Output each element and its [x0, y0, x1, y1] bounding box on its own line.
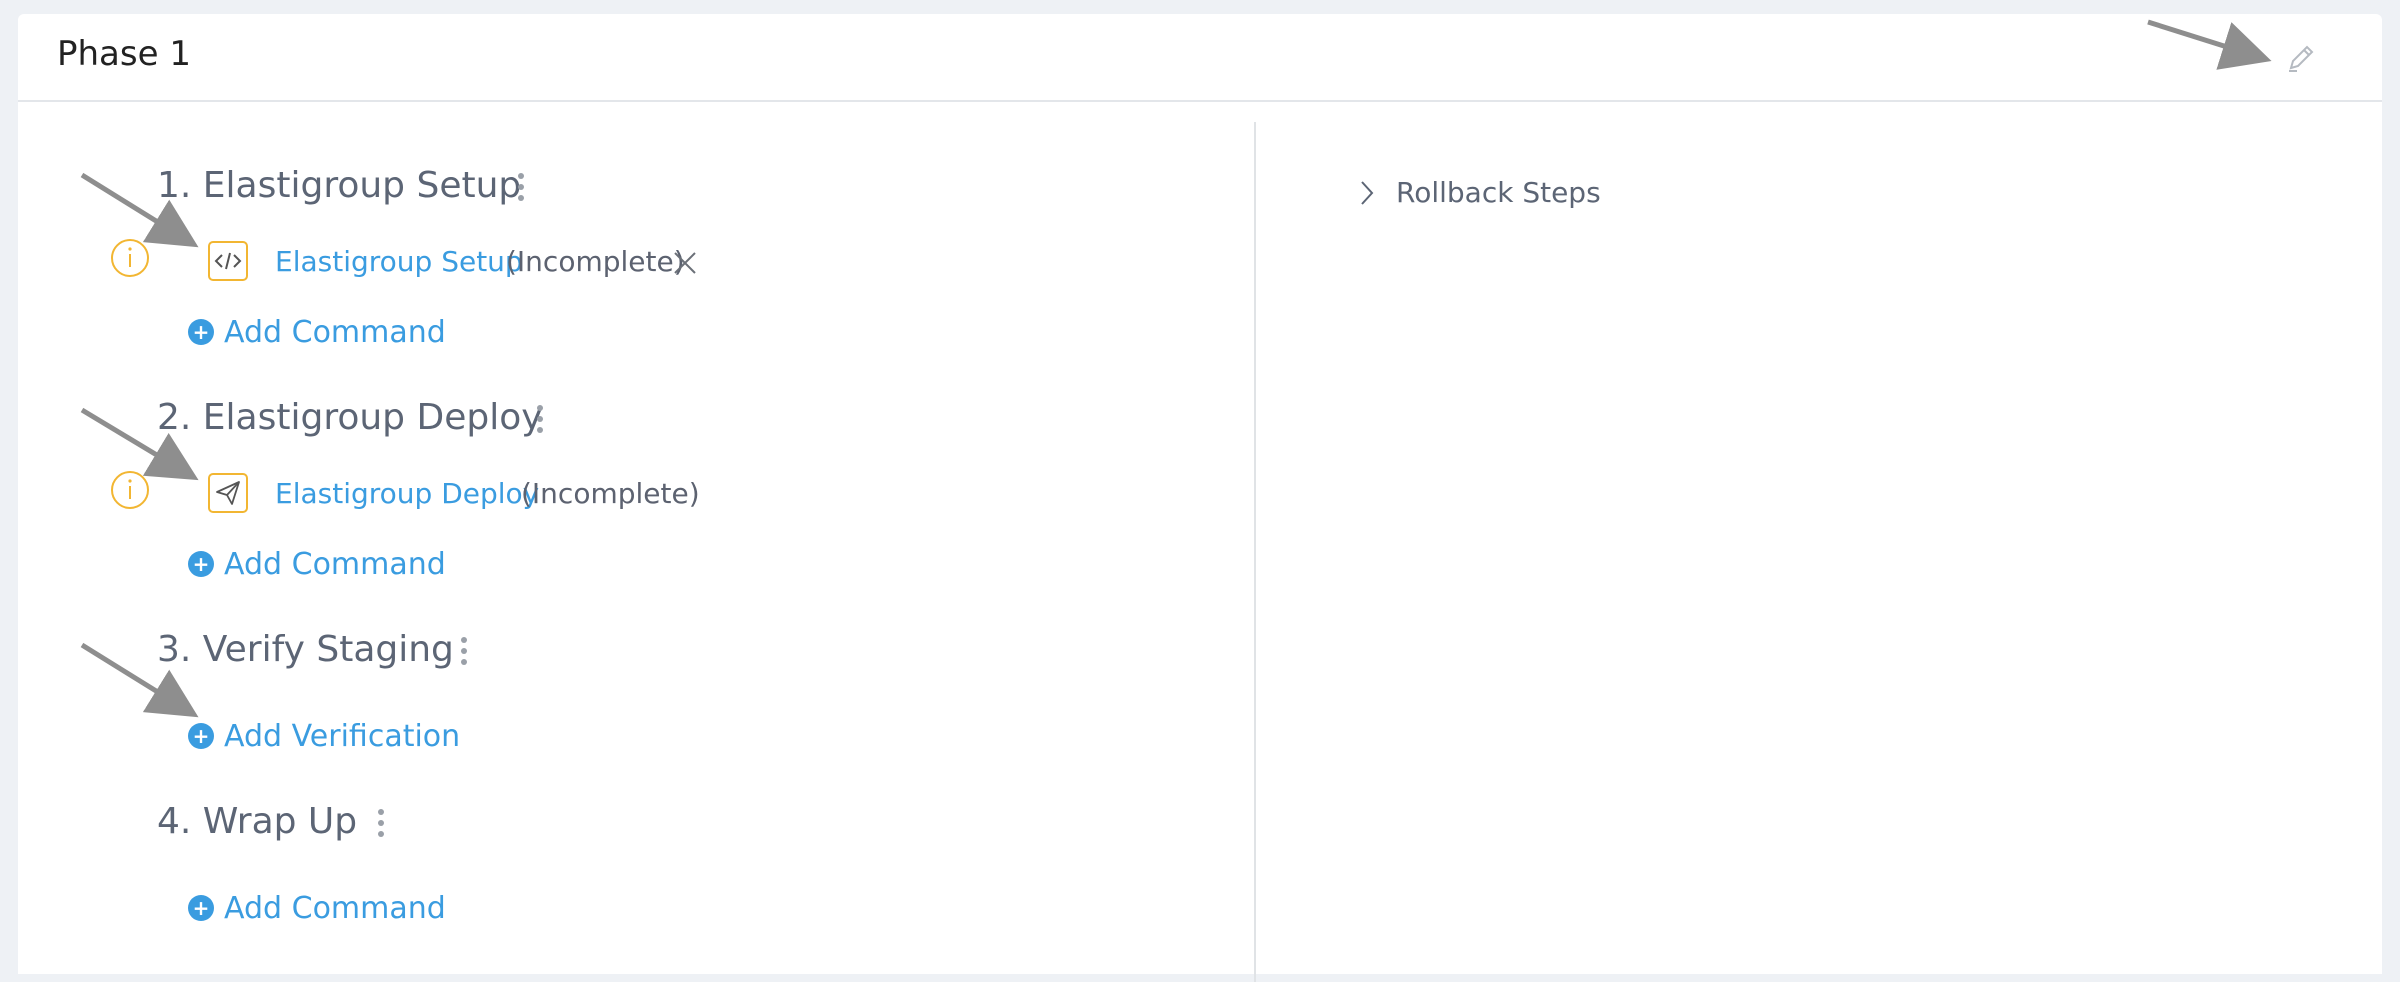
add-command-label: Add Command — [224, 546, 446, 582]
info-icon — [111, 239, 149, 277]
add-command-label: Add Command — [224, 314, 446, 350]
add-verification-button[interactable]: + Add Verification — [188, 718, 460, 754]
chevron-right-icon — [1361, 180, 1374, 205]
add-verification-label: Add Verification — [224, 718, 461, 754]
plus-icon: + — [188, 551, 214, 577]
step-title-2: 2. Elastigroup Deploy — [157, 397, 543, 438]
add-command-label: Add Command — [224, 890, 446, 926]
plus-icon: + — [188, 895, 214, 921]
step-1-menu-icon[interactable] — [514, 170, 528, 206]
step-title-3: 3. Verify Staging — [157, 629, 454, 670]
column-divider — [1254, 122, 1256, 982]
step-title-4: 4. Wrap Up — [157, 801, 358, 842]
rollback-steps-label: Rollback Steps — [1396, 176, 1601, 209]
phase-title: Phase 1 — [57, 34, 191, 74]
phase-header: Phase 1 — [18, 14, 2382, 102]
code-icon[interactable] — [208, 241, 248, 281]
plus-icon: + — [188, 723, 214, 749]
add-command-button[interactable]: + Add Command — [188, 546, 446, 582]
add-command-button[interactable]: + Add Command — [188, 890, 446, 926]
step-2-menu-icon[interactable] — [533, 402, 547, 438]
command-link-elastigroup-setup[interactable]: Elastigroup Setup — [275, 245, 523, 279]
command-status: (Incomplete) — [521, 477, 700, 510]
step-title-1: 1. Elastigroup Setup — [157, 165, 522, 206]
phase-panel: Phase 1 1. Elastigroup Setup Elastigroup… — [18, 14, 2382, 982]
plus-icon: + — [188, 319, 214, 345]
info-icon — [111, 471, 149, 509]
step-4-menu-icon[interactable] — [374, 806, 388, 842]
add-command-button[interactable]: + Add Command — [188, 314, 446, 350]
command-link-elastigroup-deploy[interactable]: Elastigroup Deploy — [275, 477, 539, 511]
command-status: (Incomplete) — [506, 245, 685, 278]
close-icon[interactable] — [672, 250, 698, 276]
pencil-icon[interactable] — [2283, 40, 2319, 76]
paper-plane-icon[interactable] — [208, 473, 248, 513]
rollback-steps-toggle[interactable]: Rollback Steps — [1358, 176, 1601, 209]
step-3-menu-icon[interactable] — [457, 634, 471, 670]
